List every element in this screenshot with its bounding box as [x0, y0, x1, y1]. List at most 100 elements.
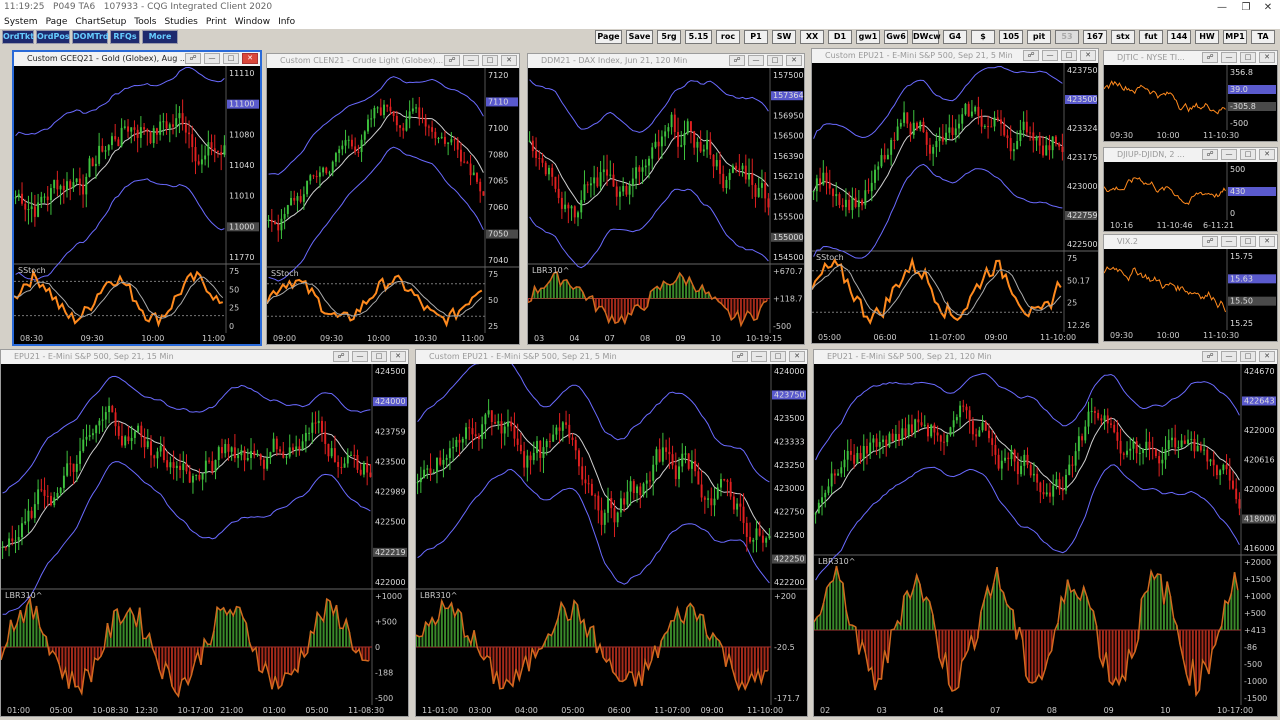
window-title-bar[interactable]: Custom CLEN21 - Crude Light (Globex)... ☍… [267, 54, 519, 68]
price-chart[interactable]: 500 430 0 [1104, 162, 1277, 220]
price-chart[interactable]: 15.75 15.63 15.50 15.25 [1104, 249, 1277, 330]
close-icon[interactable]: ✕ [390, 351, 406, 362]
menu-system[interactable]: System [0, 15, 42, 29]
toolbar-btn-19[interactable]: fut [1139, 30, 1163, 44]
link-icon[interactable]: ☍ [1023, 50, 1039, 61]
window-title-bar[interactable]: Custom EPU21 - E-Mini S&P 500, Sep 21, 5… [812, 49, 1098, 63]
minimize-icon[interactable]: — [1212, 0, 1232, 15]
chart-canvas[interactable]: +1000 +500 0 -188 -500 424500 424000 423759 4235… [1, 364, 408, 705]
close-icon[interactable]: ✕ [501, 55, 517, 66]
restore-icon[interactable]: □ [482, 55, 498, 66]
chart-window-diup[interactable]: DJIUP-DJIDN, 2 ... ☍ — □ ✕ 500 430 0 10:16 11-10:… [1103, 147, 1278, 232]
toolbar-btn-22[interactable]: MP1 [1223, 30, 1247, 44]
toolbar-more-button[interactable]: More [142, 30, 178, 44]
minimize-icon[interactable]: — [751, 351, 767, 362]
menu-studies[interactable]: Studies [160, 15, 201, 29]
chart-window-es15[interactable]: EPU21 - E-Mini S&P 500, Sep 21, 15 Min ☍ —… [0, 349, 409, 717]
toolbar-btn-10[interactable]: Gw6 [884, 30, 908, 44]
chart-window-crude[interactable]: Custom CLEN21 - Crude Light (Globex)... ☍… [266, 53, 520, 345]
price-chart[interactable]: +1000 +500 0 -188 -500 424500 424000 423759 4235… [1, 364, 408, 705]
minimize-icon[interactable]: — [748, 55, 764, 66]
link-icon[interactable]: ☍ [333, 351, 349, 362]
toolbar-btn-7[interactable]: XX [800, 30, 824, 44]
window-title-bar[interactable]: DJTIC - NYSE TI... ☍ — □ ✕ [1104, 51, 1277, 65]
chart-canvas[interactable]: 75 50.17 25 12.26 423750 423500 423324 423175 42… [812, 63, 1098, 332]
minimize-icon[interactable]: — [1221, 236, 1237, 247]
restore-icon[interactable]: □ [1240, 149, 1256, 160]
toolbar-ordtkt-button[interactable]: OrdTkt [2, 30, 34, 44]
toolbar-btn-8[interactable]: D1 [828, 30, 852, 44]
price-chart[interactable]: 356.8 39.0 -305.8 -500 [1104, 65, 1277, 130]
minimize-icon[interactable]: — [1221, 149, 1237, 160]
chart-canvas[interactable]: 15.75 15.63 15.50 15.25 [1104, 249, 1277, 330]
close-icon[interactable]: ✕ [242, 53, 258, 64]
price-chart[interactable]: 75 50 25 0 11110 11100 11080 11040 11010 11000 117… [14, 66, 260, 333]
menu-chartsetup[interactable]: ChartSetup [71, 15, 130, 29]
price-chart[interactable]: +670.7 +118.7 -500 157500 157364 156950 156500… [528, 68, 804, 333]
toolbar-btn-1[interactable]: Save [626, 30, 653, 44]
minimize-icon[interactable]: — [352, 351, 368, 362]
toolbar-btn-11[interactable]: DWcw [912, 30, 941, 44]
restore-icon[interactable]: □ [767, 55, 783, 66]
chart-window-nyse[interactable]: DJTIC - NYSE TI... ☍ — □ ✕ 356.8 39.0 -305.8 -50… [1103, 50, 1278, 142]
chart-window-vix[interactable]: VIX.2 ☍ — □ ✕ 15.75 15.63 15.50 15.25 09:30 10:00 1… [1103, 234, 1278, 342]
window-title-bar[interactable]: Custom EPU21 - E-Mini S&P 500, Sep 21, 5… [416, 350, 807, 364]
menu-window[interactable]: Window [231, 15, 275, 29]
close-icon[interactable]: ✕ [1259, 236, 1275, 247]
window-title-bar[interactable]: Custom GCEQ21 - Gold (Globex), Aug ... ☍ —… [14, 52, 260, 66]
close-icon[interactable]: ✕ [1259, 351, 1275, 362]
minimize-icon[interactable]: — [204, 53, 220, 64]
chart-canvas[interactable]: 75 50 25 7120 7110 7100 7080 7065 7060 7050 7040 [267, 68, 519, 333]
toolbar-btn-6[interactable]: SW [772, 30, 796, 44]
link-icon[interactable]: ☍ [1202, 52, 1218, 63]
toolbar-btn-16[interactable]: 53 [1055, 30, 1079, 44]
window-title-bar[interactable]: DJIUP-DJIDN, 2 ... ☍ — □ ✕ [1104, 148, 1277, 162]
toolbar-btn-15[interactable]: pit [1027, 30, 1051, 44]
toolbar-btn-14[interactable]: 105 [999, 30, 1023, 44]
minimize-icon[interactable]: — [1042, 50, 1058, 61]
link-icon[interactable]: ☍ [185, 53, 201, 64]
minimize-icon[interactable]: — [1221, 52, 1237, 63]
minimize-icon[interactable]: — [463, 55, 479, 66]
toolbar-btn-13[interactable]: $ [971, 30, 995, 44]
link-icon[interactable]: ☍ [1202, 149, 1218, 160]
price-chart[interactable]: +200 -20.5 -171.7 424000 423750 423500 423333 4… [416, 364, 807, 705]
chart-window-es120[interactable]: EPU21 - E-Mini S&P 500, Sep 21, 120 Min ☍… [813, 349, 1278, 717]
price-chart[interactable]: +2000 +1500 +1000 +500 +413 -86 -500 -1000 -1500… [814, 364, 1277, 705]
toolbar-rfqs-button[interactable]: RFQs [110, 30, 140, 44]
restore-icon[interactable]: □ [770, 351, 786, 362]
menu-tools[interactable]: Tools [130, 15, 160, 29]
link-icon[interactable]: ☍ [729, 55, 745, 66]
toolbar-btn-5[interactable]: P1 [744, 30, 768, 44]
chart-canvas[interactable]: +670.7 +118.7 -500 157500 157364 156950 156500… [528, 68, 804, 333]
toolbar-domtrd-button[interactable]: DOMTrd [72, 30, 109, 44]
link-icon[interactable]: ☍ [1202, 351, 1218, 362]
toolbar-btn-17[interactable]: 167 [1083, 30, 1107, 44]
close-icon[interactable]: ✕ [786, 55, 802, 66]
restore-icon[interactable]: □ [1061, 50, 1077, 61]
chart-canvas[interactable]: 356.8 39.0 -305.8 -500 [1104, 65, 1277, 130]
restore-icon[interactable]: □ [223, 53, 239, 64]
restore-icon[interactable]: □ [1240, 236, 1256, 247]
restore-icon[interactable]: □ [1240, 52, 1256, 63]
toolbar-btn-3[interactable]: 5.15 [685, 30, 712, 44]
toolbar-btn-9[interactable]: gw1 [856, 30, 880, 44]
restore-icon[interactable]: □ [1240, 351, 1256, 362]
window-title-bar[interactable]: EPU21 - E-Mini S&P 500, Sep 21, 120 Min ☍… [814, 350, 1277, 364]
price-chart[interactable]: 75 50.17 25 12.26 423750 423500 423324 423175 42… [812, 63, 1098, 332]
chart-canvas[interactable]: +200 -20.5 -171.7 424000 423750 423500 423333 4… [416, 364, 807, 705]
close-icon[interactable]: ✕ [1259, 149, 1275, 160]
close-icon[interactable]: ✕ [1258, 0, 1278, 15]
close-icon[interactable]: ✕ [789, 351, 805, 362]
chart-window-gold[interactable]: Custom GCEQ21 - Gold (Globex), Aug ... ☍ —… [12, 50, 262, 346]
menu-page[interactable]: Page [42, 15, 72, 29]
chart-canvas[interactable]: +2000 +1500 +1000 +500 +413 -86 -500 -1000 -1500… [814, 364, 1277, 705]
toolbar-ordpos-button[interactable]: OrdPos [36, 30, 70, 44]
chart-canvas[interactable]: 75 50 25 0 11110 11100 11080 11040 11010 11000 117… [14, 66, 260, 333]
chart-canvas[interactable]: 500 430 0 [1104, 162, 1277, 220]
link-icon[interactable]: ☍ [732, 351, 748, 362]
restore-icon[interactable]: □ [371, 351, 387, 362]
restore-icon[interactable]: ❐ [1236, 0, 1256, 15]
window-title-bar[interactable]: EPU21 - E-Mini S&P 500, Sep 21, 15 Min ☍ —… [1, 350, 408, 364]
minimize-icon[interactable]: — [1221, 351, 1237, 362]
